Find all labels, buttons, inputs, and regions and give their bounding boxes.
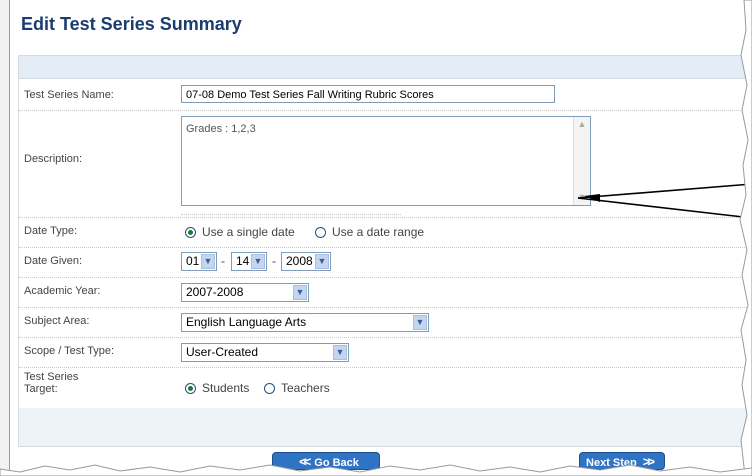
window-left-edge bbox=[0, 0, 10, 476]
radio-unselected-icon bbox=[264, 383, 275, 394]
date-type-label: Date Type: bbox=[24, 225, 77, 237]
test-series-target-label: Test Series Target: bbox=[24, 371, 78, 395]
date-given-label: Date Given: bbox=[24, 255, 83, 267]
target-teachers-label: Teachers bbox=[281, 381, 330, 395]
academic-year-select[interactable]: 2007-2008 ▼ bbox=[181, 283, 309, 302]
torn-edge-right bbox=[739, 0, 752, 476]
target-teachers-radio[interactable]: Teachers bbox=[264, 381, 330, 395]
scroll-up-icon[interactable]: ▲ bbox=[574, 117, 590, 132]
date-year-select[interactable]: 2008 ▼ bbox=[281, 252, 331, 271]
test-series-target-label-line1: Test Series bbox=[24, 371, 79, 383]
date-month-select[interactable]: 01 ▼ bbox=[181, 252, 217, 271]
form-panel-header bbox=[19, 56, 752, 79]
scope-test-type-select[interactable]: User-Created ▼ bbox=[181, 343, 349, 362]
date-type-single-radio[interactable]: Use a single date bbox=[185, 225, 295, 239]
test-series-target-label-line2: Target: bbox=[24, 383, 58, 395]
scope-test-type-value: User-Created bbox=[186, 345, 259, 359]
row-subject-area: Subject Area: English Language Arts ▼ bbox=[19, 308, 752, 338]
row-description-end bbox=[19, 186, 752, 218]
date-month-value: 01 bbox=[186, 254, 200, 268]
page: Edit Test Series Summary Test Series Nam… bbox=[0, 0, 752, 476]
row-academic-year: Academic Year: 2007-2008 ▼ bbox=[19, 278, 752, 308]
description-label: Description: bbox=[24, 153, 83, 165]
chevron-down-icon[interactable]: ▼ bbox=[333, 345, 347, 360]
subject-area-label: Subject Area: bbox=[24, 315, 90, 327]
date-separator: - bbox=[272, 254, 276, 268]
row-test-series-name: Test Series Name: 07-08 Demo Test Series… bbox=[19, 79, 752, 111]
radio-selected-icon bbox=[185, 227, 196, 238]
date-day-select[interactable]: 14 ▼ bbox=[231, 252, 267, 271]
form-panel-footer bbox=[19, 408, 752, 446]
test-series-name-input[interactable]: 07-08 Demo Test Series Fall Writing Rubr… bbox=[181, 85, 555, 103]
date-type-range-radio[interactable]: Use a date range bbox=[315, 225, 424, 239]
chevron-down-icon[interactable]: ▼ bbox=[315, 254, 329, 269]
date-type-single-label: Use a single date bbox=[202, 225, 295, 239]
radio-selected-icon bbox=[185, 383, 196, 394]
chevron-down-icon[interactable]: ▼ bbox=[413, 315, 427, 330]
date-separator: - bbox=[221, 254, 225, 268]
date-day-value: 14 bbox=[236, 254, 250, 268]
scope-test-type-label: Scope / Test Type: bbox=[24, 345, 115, 357]
row-test-series-target: Test Series Target: Students Teachers bbox=[19, 368, 752, 409]
row-date-given: Date Given: 01 ▼ - 14 ▼ - 2008 ▼ bbox=[19, 248, 752, 278]
radio-unselected-icon bbox=[315, 227, 326, 238]
subject-area-select[interactable]: English Language Arts ▼ bbox=[181, 313, 429, 332]
page-title: Edit Test Series Summary bbox=[21, 14, 242, 34]
test-series-name-label: Test Series Name: bbox=[24, 89, 114, 101]
subject-area-value: English Language Arts bbox=[186, 315, 307, 329]
chevron-down-icon[interactable]: ▼ bbox=[201, 254, 215, 269]
date-type-range-label: Use a date range bbox=[332, 225, 425, 239]
academic-year-label: Academic Year: bbox=[24, 285, 101, 297]
chevron-down-icon[interactable]: ▼ bbox=[251, 254, 265, 269]
row-scope-test-type: Scope / Test Type: User-Created ▼ bbox=[19, 338, 752, 368]
academic-year-value: 2007-2008 bbox=[186, 285, 244, 299]
target-students-radio[interactable]: Students bbox=[185, 381, 249, 395]
torn-edge-bottom bbox=[0, 464, 752, 476]
chevron-down-icon[interactable]: ▼ bbox=[293, 285, 307, 300]
form-panel: Test Series Name: 07-08 Demo Test Series… bbox=[18, 55, 752, 447]
description-text: Grades : 1,2,3 bbox=[186, 123, 256, 135]
date-year-value: 2008 bbox=[286, 254, 313, 268]
target-students-label: Students bbox=[202, 381, 250, 395]
row-date-type: Date Type: Use a single date Use a date … bbox=[19, 217, 752, 248]
